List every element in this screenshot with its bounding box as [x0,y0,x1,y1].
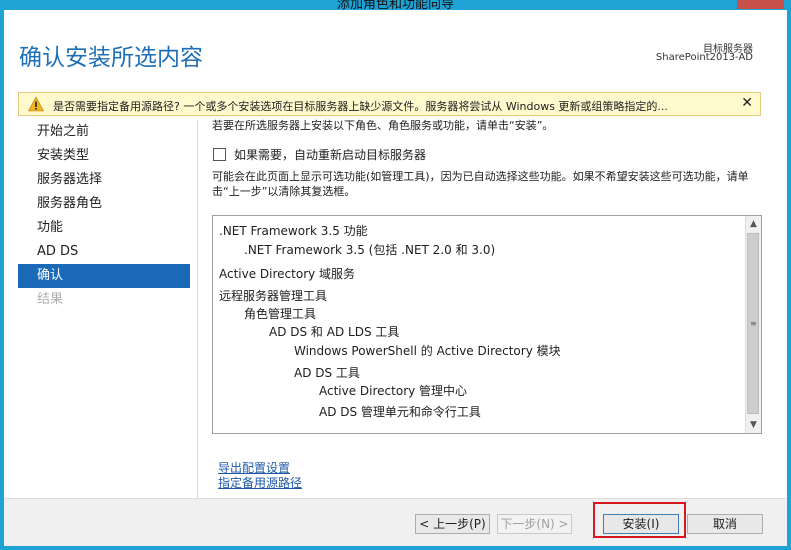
wizard-window: 确认安装所选内容 目标服务器 SharePoint2013-AD 是否需要指定备… [4,10,787,546]
destination-server-name: SharePoint2013-AD [655,52,753,63]
chevron-down-icon[interactable]: ▼ [746,417,761,433]
feature-item: .NET Framework 3.5 功能 [219,224,368,238]
title-bar: 添加角色和功能向导 [0,0,791,10]
restart-option[interactable]: 如果需要，自动重新启动目标服务器 [212,146,426,163]
feature-item: AD DS 和 AD LDS 工具 [269,325,400,339]
wizard-steps-nav: 开始之前 安装类型 服务器选择 服务器角色 功能 AD DS 确认结果 [18,120,190,312]
window-title: 添加角色和功能向导 [336,0,454,10]
feature-item: AD DS 管理单元和命令行工具 [319,405,481,419]
sidebar-item-6[interactable]: 确认 [18,264,190,288]
feature-item: 角色管理工具 [244,307,317,321]
sidebar-item-5[interactable]: AD DS [18,240,190,264]
page-title: 确认安装所选内容 [19,45,203,71]
sidebar-item-1[interactable]: 安装类型 [18,144,190,168]
feature-item: 远程服务器管理工具 [219,289,328,303]
next-button[interactable]: 下一步(N) > [497,514,572,534]
warning-banner: 是否需要指定备用源路径? 一个或多个安装选项在目标服务器上缺少源文件。服务器将尝… [18,92,761,116]
chevron-up-icon[interactable]: ▲ [746,216,761,232]
sidebar-item-2[interactable]: 服务器选择 [18,168,190,192]
restart-label[interactable]: 如果需要，自动重新启动目标服务器 [234,148,426,162]
vertical-scrollbar[interactable]: ▲ ≡ ▼ [745,216,761,433]
grip-icon: ≡ [750,319,757,328]
nav-divider [197,120,198,498]
restart-checkbox[interactable] [213,148,226,161]
feature-item: Windows PowerShell 的 Active Directory 模块 [294,344,561,358]
sidebar-item-4[interactable]: 功能 [18,216,190,240]
feature-item: .NET Framework 3.5 (包括 .NET 2.0 和 3.0) [244,243,496,257]
optional-features-note: 可能会在此页面上显示可选功能(如管理工具)，因为已自动选择这些功能。如果不希望安… [212,170,749,198]
features-list[interactable]: .NET Framework 3.5 功能 .NET Framework 3.5 … [212,215,762,434]
warning-triangle-icon [28,96,44,112]
warning-text[interactable]: 是否需要指定备用源路径? 一个或多个安装选项在目标服务器上缺少源文件。服务器将尝… [53,98,735,114]
previous-button[interactable]: < 上一步(P) [415,514,490,534]
scroll-thumb[interactable]: ≡ [747,233,759,414]
minimize-button[interactable] [700,0,726,9]
feature-item: Active Directory 管理中心 [319,384,468,398]
sidebar-item-0[interactable]: 开始之前 [18,120,190,144]
sidebar-item-7: 结果 [37,292,64,307]
window-close-button[interactable] [737,0,784,9]
feature-item: AD DS 工具 [294,366,360,380]
install-button[interactable]: 安装(I) [603,514,679,534]
footer-bar: < 上一步(P) 下一步(N) > 安装(I) 取消 [4,498,787,546]
feature-item: Active Directory 域服务 [219,267,356,281]
sidebar-item-3[interactable]: 服务器角色 [18,192,190,216]
alternate-source-link[interactable]: 指定备用源路径 [218,474,302,491]
cancel-button[interactable]: 取消 [687,514,763,534]
features-list-items: .NET Framework 3.5 功能 .NET Framework 3.5 … [219,222,739,424]
close-icon[interactable]: ✕ [741,95,753,111]
intro-text: 若要在所选服务器上安装以下角色、角色服务或功能，请单击“安装”。 [212,119,554,132]
